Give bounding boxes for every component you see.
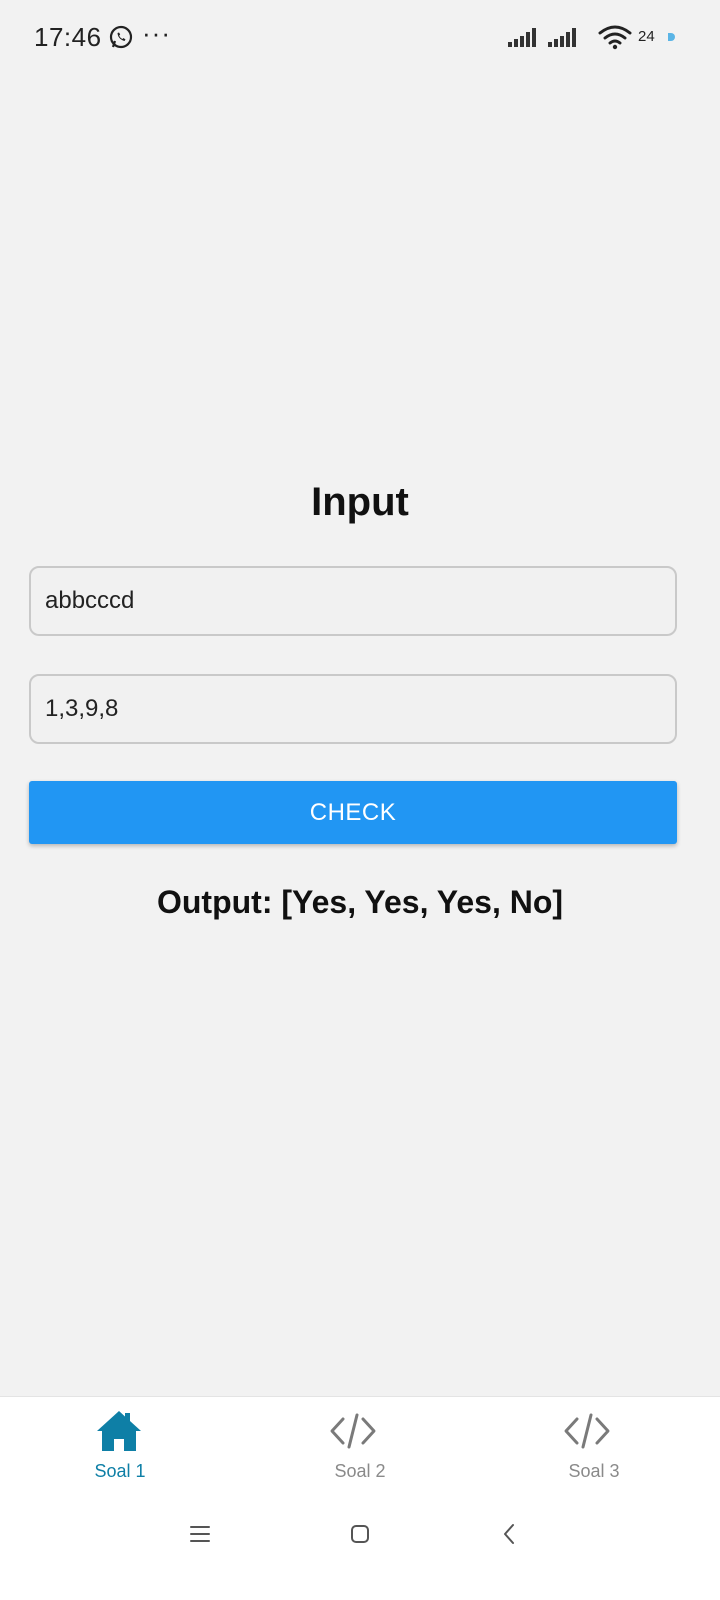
output-text: Output: [Yes, Yes, Yes, No] (156, 884, 564, 920)
battery-indicator: 24 (638, 27, 676, 47)
status-time: 17:46 (34, 22, 102, 52)
check-button[interactable]: CHECK (29, 781, 677, 844)
home-button-icon[interactable] (340, 1514, 380, 1554)
app-screen: 17:46 ··· 24 Input abbcccd 1,3,9,8 CHECK… (0, 0, 720, 1600)
code-icon (564, 1413, 610, 1449)
status-bar: 17:46 ··· 24 (0, 0, 720, 78)
back-icon[interactable] (490, 1514, 530, 1554)
more-notifications-icon: ··· (142, 18, 171, 48)
nav-item-soal-2[interactable]: Soal 2 (240, 1397, 480, 1503)
signal-icon (548, 28, 576, 47)
nav-label: Soal 2 (334, 1461, 386, 1481)
string-input[interactable] (29, 566, 677, 636)
nav-item-soal-1[interactable]: Soal 1 (0, 1397, 240, 1503)
whatsapp-icon (109, 25, 133, 49)
nav-item-soal-3[interactable]: Soal 3 (480, 1397, 720, 1503)
page-title: Input (311, 480, 409, 524)
queries-input[interactable] (29, 674, 677, 744)
wifi-icon (598, 25, 632, 50)
bottom-nav: Soal 1 Soal 2 Soal 3 (0, 1396, 720, 1503)
battery-level: 24 (638, 28, 655, 45)
home-icon (97, 1411, 141, 1451)
signal-icon (508, 28, 536, 47)
nav-label: Soal 1 (94, 1461, 146, 1481)
nav-label: Soal 3 (568, 1461, 620, 1481)
battery-icon (668, 33, 675, 41)
code-icon (330, 1413, 376, 1449)
menu-icon[interactable] (180, 1514, 220, 1554)
system-nav-bar (0, 1502, 720, 1600)
